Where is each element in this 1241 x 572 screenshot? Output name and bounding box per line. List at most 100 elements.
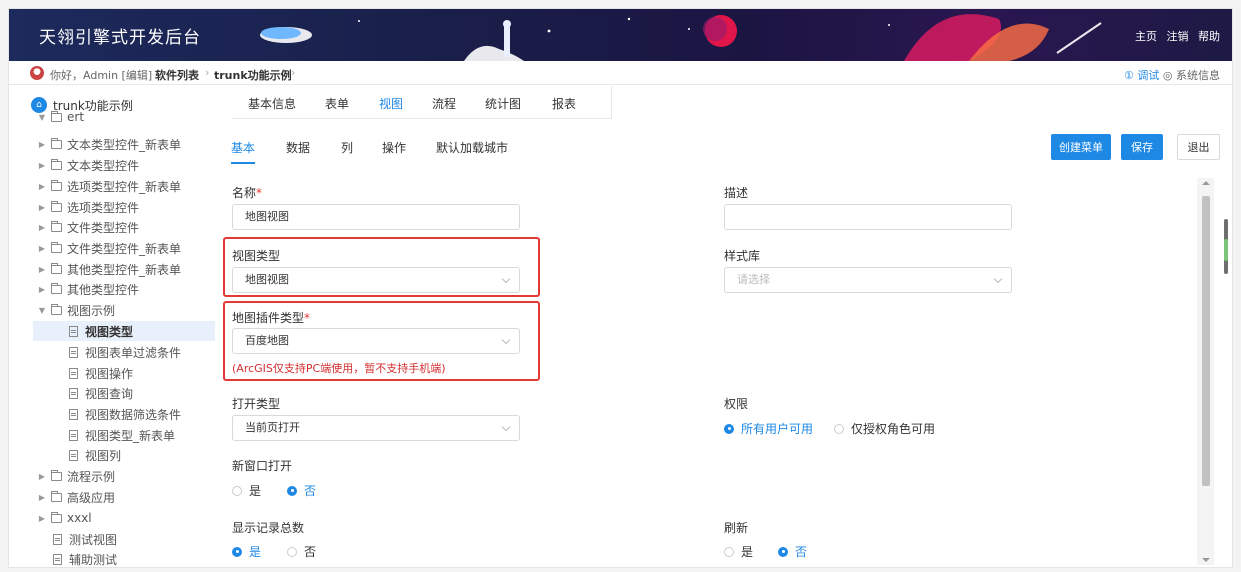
tree-item-folder[interactable]: ▶ 高级应用 xyxy=(37,487,115,507)
expand-arrow-icon[interactable]: ▶ xyxy=(37,182,47,191)
breadcrumb-current-app[interactable]: trunk功能示例 xyxy=(214,67,292,83)
tab-flow[interactable]: 流程 xyxy=(432,95,456,112)
create-menu-button[interactable]: 创建菜单 xyxy=(1051,134,1111,160)
map-plugin-label: 地图插件类型* xyxy=(232,311,311,325)
name-input[interactable]: 地图视图 xyxy=(232,204,520,230)
permission-all-users-radio[interactable]: 所有用户可用 xyxy=(724,420,813,437)
home-link[interactable]: 主页 xyxy=(1135,30,1157,43)
subtab-basic[interactable]: 基本 xyxy=(231,139,256,164)
subtab-columns[interactable]: 列 xyxy=(341,139,353,156)
collapse-arrow-icon[interactable]: ▼ xyxy=(37,306,47,315)
user-avatar[interactable] xyxy=(30,66,44,80)
folder-icon xyxy=(51,220,62,232)
tab-chart[interactable]: 统计图 xyxy=(485,95,521,112)
tab-view[interactable]: 视图 xyxy=(379,95,403,112)
show-total-no-radio[interactable]: 否 xyxy=(287,543,316,560)
tree-item-ert[interactable]: ▼ ert xyxy=(37,110,84,124)
view-type-select[interactable]: 地图视图 xyxy=(232,267,520,293)
expand-arrow-icon[interactable]: ▶ xyxy=(37,244,47,253)
subtab-operations[interactable]: 操作 xyxy=(382,139,406,156)
expand-arrow-icon[interactable]: ▶ xyxy=(37,472,47,481)
folder-icon xyxy=(51,179,62,191)
tree-item-folder[interactable]: ▶ 文本类型控件 xyxy=(37,155,139,175)
help-link[interactable]: 帮助 xyxy=(1198,30,1220,43)
refresh-yes-radio[interactable]: 是 xyxy=(724,543,753,560)
tree-item-doc[interactable]: 辅助测试 xyxy=(53,549,118,567)
tree-item-folder[interactable]: ▶ 文件类型控件_新表单 xyxy=(37,238,181,258)
expand-arrow-icon[interactable]: ▶ xyxy=(37,514,47,523)
tree-item-doc[interactable]: 视图查询 xyxy=(69,383,133,403)
open-type-value: 当前页打开 xyxy=(245,421,300,434)
tree-item-folder[interactable]: ▶ 流程示例 xyxy=(37,466,115,486)
sysinfo-link[interactable]: ◎ 系统信息 xyxy=(1163,69,1220,82)
logout-link[interactable]: 注销 xyxy=(1167,30,1189,43)
style-library-select[interactable]: 请选择 xyxy=(724,267,1012,293)
tree-item-folder[interactable]: ▶ 其他类型控件_新表单 xyxy=(37,259,181,279)
expand-arrow-icon[interactable]: ▶ xyxy=(37,285,47,294)
tree-item-view-examples[interactable]: ▼ 视图示例 xyxy=(37,300,115,320)
tree-item-doc[interactable]: 视图操作 xyxy=(69,363,133,383)
form-scrollbar[interactable] xyxy=(1197,178,1214,565)
tree-item-label: 其他类型控件 xyxy=(67,282,140,297)
expand-arrow-icon[interactable]: ▶ xyxy=(37,265,47,274)
collapse-arrow-icon[interactable]: ▼ xyxy=(37,113,47,122)
tree-item-label: xxxl xyxy=(67,511,92,525)
show-total-yes-radio[interactable]: 是 xyxy=(232,543,261,560)
tree-item-label: 视图类型 xyxy=(85,324,134,339)
exit-button[interactable]: 退出 xyxy=(1177,134,1220,160)
tree-item-doc[interactable]: 视图列 xyxy=(69,445,121,465)
expand-arrow-icon[interactable]: ▶ xyxy=(37,140,47,149)
subtab-default-city[interactable]: 默认加载城市 xyxy=(436,139,508,156)
subtab-data[interactable]: 数据 xyxy=(286,139,310,156)
tree-item-view-type-selected[interactable]: 视图类型 xyxy=(33,321,215,341)
new-window-yes-radio[interactable]: 是 xyxy=(232,482,261,499)
sidebar-tree: ⌂ trunk功能示例 ▼ ert ▶ 文本类型控件_新表单 ▶ 文本类型控件 ▶ 选项… xyxy=(9,86,215,567)
view-type-label: 视图类型 xyxy=(232,249,281,263)
tree-item-folder[interactable]: ▶ 其他类型控件 xyxy=(37,279,139,299)
new-window-no-radio[interactable]: 否 xyxy=(287,482,316,499)
header-scenery-decoration xyxy=(260,14,1102,61)
radio-unchecked-icon xyxy=(287,546,297,557)
expand-arrow-icon[interactable]: ▶ xyxy=(37,493,47,502)
expand-arrow-icon[interactable]: ▶ xyxy=(37,203,47,212)
folder-icon xyxy=(51,137,62,149)
map-plugin-select[interactable]: 百度地图 xyxy=(232,328,520,354)
tree-item-doc[interactable]: 视图类型_新表单 xyxy=(69,425,175,445)
tree-item-doc[interactable]: 视图数据筛选条件 xyxy=(69,404,181,424)
scroll-up-icon[interactable] xyxy=(1202,181,1210,185)
refresh-no-radio[interactable]: 否 xyxy=(778,543,807,560)
tree-item-doc[interactable]: 视图表单过滤条件 xyxy=(69,342,181,362)
tab-basic-info[interactable]: 基本信息 xyxy=(248,95,296,112)
tree-item-folder[interactable]: ▶ 选项类型控件_新表单 xyxy=(37,176,181,196)
tab-form[interactable]: 表单 xyxy=(325,95,349,112)
expand-arrow-icon[interactable]: ▶ xyxy=(37,223,47,232)
map-plugin-hint: (ArcGIS仅支持PC端使用，暂不支持手机端) xyxy=(232,362,446,375)
tree-item-folder[interactable]: ▶ 文本类型控件_新表单 xyxy=(37,134,181,154)
open-folder-icon xyxy=(51,303,62,315)
scroll-down-icon[interactable] xyxy=(1202,558,1210,562)
document-icon xyxy=(69,367,78,379)
user-greeting[interactable]: 你好，Admin [编辑] xyxy=(50,67,152,83)
breadcrumb-software-list[interactable]: 软件列表 xyxy=(155,67,199,83)
folder-icon xyxy=(51,469,62,481)
tree-item-doc[interactable]: 测试视图 xyxy=(53,529,117,549)
folder-icon xyxy=(51,282,62,294)
tree-item-label: 视图表单过滤条件 xyxy=(85,345,182,360)
expand-arrow-icon[interactable]: ▶ xyxy=(37,161,47,170)
save-button[interactable]: 保存 xyxy=(1121,134,1163,160)
description-label: 描述 xyxy=(724,186,749,200)
tree-item-label: 辅助测试 xyxy=(69,552,118,567)
debug-link[interactable]: ① 调试 xyxy=(1124,69,1159,82)
open-type-select[interactable]: 当前页打开 xyxy=(232,415,520,441)
tree-item-folder[interactable]: ▶ 文件类型控件 xyxy=(37,217,139,237)
app-window: 天翎引擎式开发后台 主页 注销 帮助 你好，Admin [编辑] 软件列表 › … xyxy=(8,8,1233,568)
view-type-value: 地图视图 xyxy=(245,273,289,286)
document-icon xyxy=(69,325,78,337)
page-scroll-handle[interactable] xyxy=(1224,219,1228,274)
tab-report[interactable]: 报表 xyxy=(552,95,576,112)
scrollbar-thumb[interactable] xyxy=(1202,196,1210,486)
permission-authorized-roles-radio[interactable]: 仅授权角色可用 xyxy=(834,420,935,437)
tree-item-folder[interactable]: ▶ 选项类型控件 xyxy=(37,197,139,217)
tree-item-folder[interactable]: ▶ xxxl xyxy=(37,508,92,528)
description-input[interactable] xyxy=(724,204,1012,230)
